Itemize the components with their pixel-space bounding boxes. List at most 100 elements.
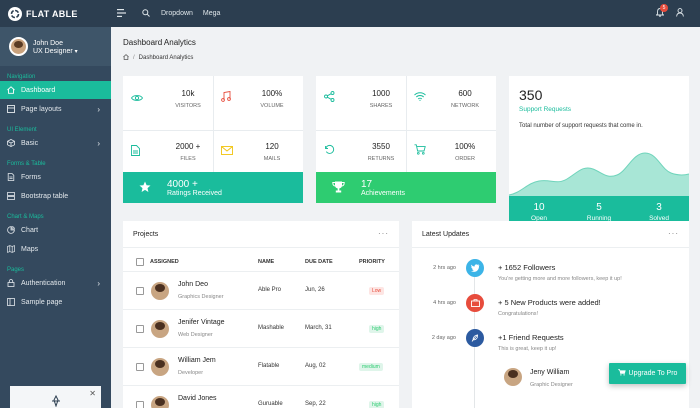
briefcase-icon (466, 294, 484, 312)
logo-icon (8, 6, 22, 21)
mega-menu-link[interactable]: Mega (203, 10, 221, 17)
home-icon[interactable] (123, 54, 129, 62)
sidebar-item-dashboard[interactable]: Dashboard (0, 81, 111, 99)
shopping-cart-icon (617, 369, 626, 378)
visitors-label: VISITORS (175, 103, 201, 109)
due-date: March, 31 (305, 325, 332, 331)
menu-toggle-icon[interactable] (117, 8, 126, 19)
eye-icon (130, 93, 147, 105)
row-checkbox[interactable] (136, 363, 144, 371)
project-name: Mashable (258, 325, 285, 331)
files-value: 2000 + (175, 142, 201, 151)
nav-caption-pages: Pages (7, 267, 25, 273)
notification-bell-icon[interactable]: 5 (655, 4, 668, 19)
solved-stat: 3 Solved (649, 202, 669, 222)
header-assigned[interactable]: ASSIGNED (150, 259, 179, 265)
row-checkbox[interactable] (136, 401, 144, 408)
music-icon (221, 90, 237, 105)
header-name[interactable]: NAME (258, 259, 274, 265)
user-profile[interactable]: John Doe UX Designer ▾ (0, 27, 111, 66)
sidebar: John Doe UX Designer ▾ Navigation Dashbo… (0, 27, 111, 408)
returns-label: RETURNS (367, 156, 395, 162)
files-label: FILES (180, 156, 196, 162)
header-due-date[interactable]: DUE DATE (305, 259, 333, 265)
sidebar-item-page-layouts[interactable]: Page layouts › (0, 100, 111, 118)
share-icon (324, 91, 340, 105)
sidebar-item-authentication[interactable]: Authentication › (0, 274, 111, 292)
mails-label: MAILS (263, 156, 281, 162)
brand-name: FLAT ABLE (26, 8, 78, 19)
sidebar-item-label: Forms (21, 173, 41, 181)
user-icon[interactable] (676, 8, 684, 19)
star-icon (139, 181, 151, 195)
nav-caption-forms-table: Forms & Table (7, 161, 46, 167)
row-checkbox[interactable] (136, 325, 144, 333)
priority-badge: high (369, 401, 385, 408)
shares-value: 1000 (372, 89, 390, 98)
close-icon[interactable]: ✕ (89, 389, 96, 398)
priority-badge: Low (369, 287, 385, 295)
dropdown-menu-link[interactable]: Dropdown (161, 10, 193, 17)
assignee-role: Web Designer (178, 332, 213, 338)
update-subtitle: This is great, keep it up! (498, 346, 557, 352)
table-row[interactable]: John Deo Graphics Designer Able Pro Jun,… (123, 271, 399, 309)
support-description: Total number of support requests that co… (519, 123, 643, 129)
sidebar-item-label: Basic (21, 139, 39, 147)
mail-icon (221, 146, 237, 158)
nav-caption-ui-element: UI Element (7, 127, 37, 133)
row-checkbox[interactable] (136, 287, 144, 295)
sidebar-item-maps[interactable]: Maps (0, 240, 111, 258)
update-time: 2 hrs ago (433, 265, 456, 271)
more-options-icon[interactable]: ··· (378, 229, 389, 238)
update-subtitle: Congratulations! (498, 311, 539, 317)
priority-badge: medium (359, 363, 383, 371)
sidebar-item-label: Sample page (21, 298, 63, 306)
achievements-label: Achievements (361, 189, 405, 197)
due-date: Jun, 26 (305, 287, 325, 293)
returns-value: 3550 (372, 142, 390, 151)
network-value: 600 (458, 89, 472, 98)
upgrade-to-pro-button[interactable]: Upgrade To Pro (609, 363, 686, 384)
chevron-right-icon: › (97, 138, 100, 148)
assignee-role: Graphics Designer (178, 294, 224, 300)
breadcrumb-current[interactable]: Dashboard Analytics (139, 55, 194, 61)
file-text-icon (7, 173, 15, 181)
project-name: Guruable (258, 401, 283, 407)
sidebar-item-basic[interactable]: Basic › (0, 134, 111, 152)
volume-label: VOLUME (260, 103, 284, 109)
more-options-icon[interactable]: ··· (668, 229, 679, 238)
project-name: Able Pro (258, 287, 282, 293)
layout-icon (7, 105, 15, 113)
breadcrumb: / Dashboard Analytics (123, 54, 193, 62)
sidebar-item-label: Authentication (21, 279, 66, 287)
header-priority[interactable]: PRIORITY (359, 259, 385, 265)
sidebar-item-chart[interactable]: Chart (0, 221, 111, 239)
assignee-role: Developer (178, 370, 204, 376)
update-title: + 5 New Products were added! (498, 298, 601, 307)
achievements-band: 17 Achievements (316, 172, 496, 203)
visitors-value: 10k (181, 89, 195, 98)
table-row[interactable]: Jenifer Vintage Web Designer Mashable Ma… (123, 309, 399, 347)
ratings-label: Ratings Received (167, 189, 222, 197)
search-icon[interactable] (142, 8, 150, 19)
server-icon (7, 192, 15, 200)
update-subtitle: You're getting more and more followers, … (498, 276, 622, 282)
running-stat: 5 Running (586, 202, 612, 222)
assignee-name: David Jones (178, 395, 217, 402)
update-title: +1 Friend Requests (498, 333, 564, 342)
file-text-icon (131, 145, 147, 159)
table-row[interactable]: William Jem Developer Flatable Aug, 02 m… (123, 347, 399, 385)
sidebar-item-sample-page[interactable]: Sample page (0, 293, 111, 311)
pie-chart-icon (7, 226, 15, 234)
sidebar-item-forms[interactable]: Forms (0, 168, 111, 186)
select-all-checkbox[interactable] (136, 258, 144, 266)
mails-value: 120 (265, 142, 279, 151)
box-icon (7, 139, 15, 147)
brand-logo[interactable]: FLAT ABLE (0, 0, 111, 27)
table-row[interactable]: David Jones Guruable Sep, 22 high (123, 385, 399, 408)
home-icon (7, 86, 15, 94)
sidebar-item-bootstrap-table[interactable]: Bootstrap table (0, 187, 111, 205)
avatar (9, 37, 28, 56)
user-role: UX Designer ▾ (33, 47, 78, 55)
open-stat: 10 Open (531, 202, 547, 222)
